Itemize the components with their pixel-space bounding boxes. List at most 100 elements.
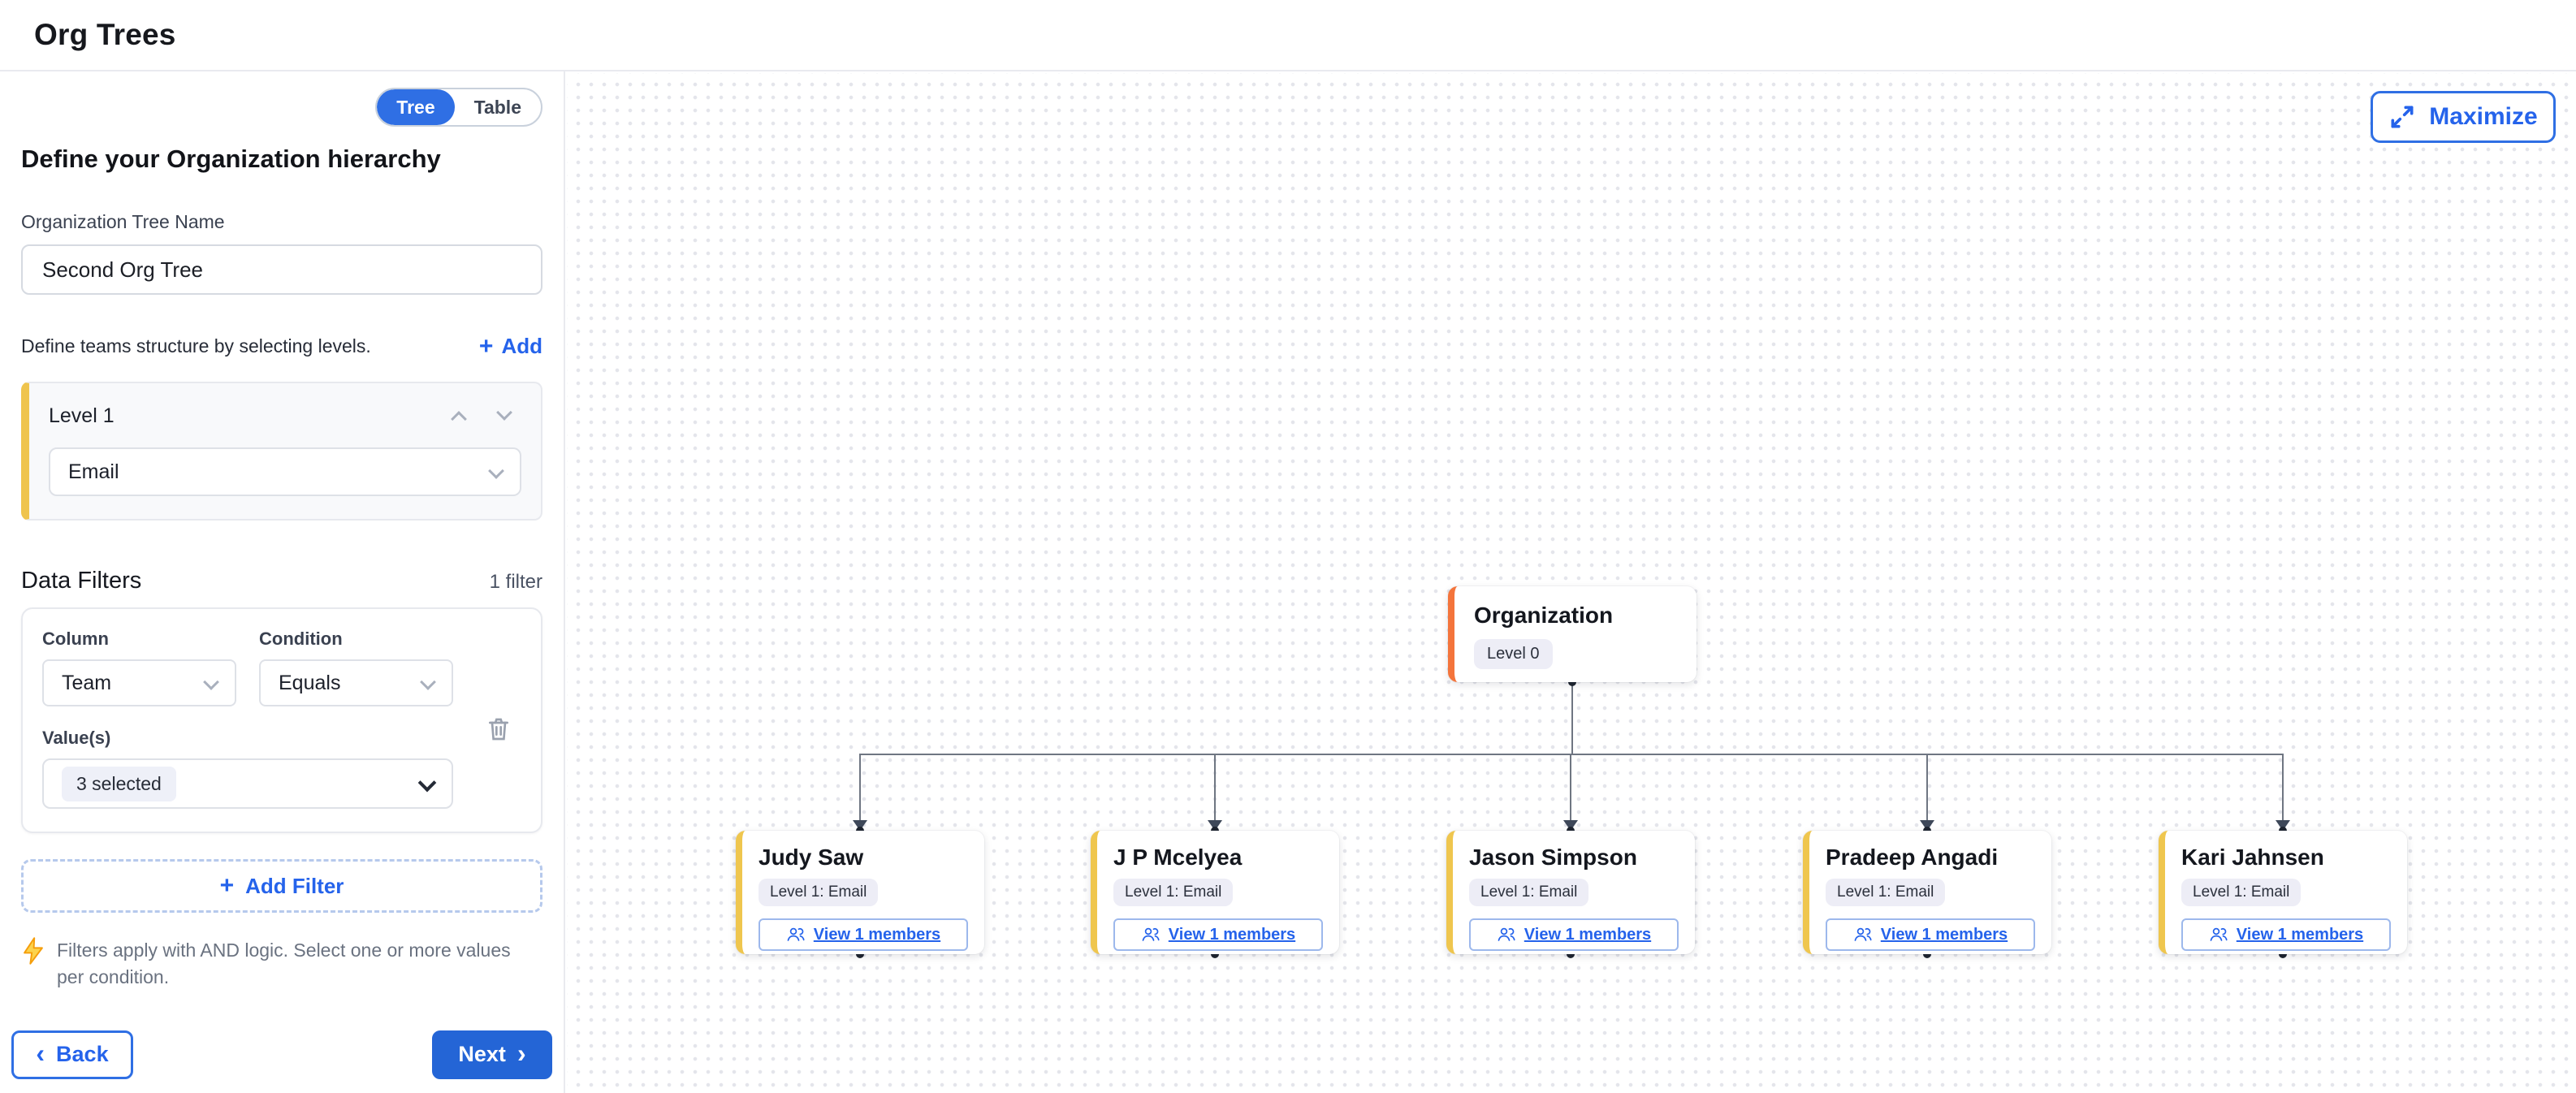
condition-label: Condition <box>259 629 453 650</box>
condition-select[interactable]: Equals <box>259 659 453 706</box>
node-title: J P Mcelyea <box>1113 845 1323 871</box>
org-trees-app: Org Trees Tree Table Define your Organiz… <box>0 0 2576 1093</box>
values-selected-chip: 3 selected <box>62 767 176 801</box>
view-members-label: View 1 members <box>1169 926 1295 944</box>
level-card: Level 1 Email <box>21 382 542 521</box>
levels-hint-row: Define teams structure by selecting leve… <box>21 334 542 359</box>
column-select[interactable]: Team <box>42 659 236 706</box>
condition-value: Equals <box>279 672 340 695</box>
add-level-label: Add <box>501 334 542 359</box>
filters-header: Data Filters 1 filter <box>21 568 542 594</box>
level-column-value: Email <box>68 460 119 484</box>
people-icon <box>1853 927 1873 943</box>
app-header: Org Trees <box>0 0 2576 71</box>
tree-name-input[interactable] <box>21 244 542 295</box>
connector-line <box>2282 754 2284 823</box>
values-multiselect[interactable]: 3 selected <box>42 758 453 809</box>
view-members-label: View 1 members <box>1881 926 2008 944</box>
node-title: Organization <box>1474 603 1677 629</box>
view-members-label: View 1 members <box>2237 926 2363 944</box>
connector-line <box>1214 754 1216 823</box>
filter-grid: Column Team Condition Equals <box>42 629 521 706</box>
level-card-header: Level 1 <box>49 404 521 428</box>
node-title: Jason Simpson <box>1469 845 1679 871</box>
view-toggle: Tree Table <box>375 88 542 127</box>
values-field: Value(s) 3 selected <box>42 728 453 809</box>
maximize-button[interactable]: Maximize <box>2371 91 2556 143</box>
add-filter-label: Add Filter <box>245 874 344 899</box>
panel-footer: ‹ Back Next › <box>11 1030 552 1079</box>
back-button[interactable]: ‹ Back <box>11 1030 133 1079</box>
values-label: Value(s) <box>42 728 453 749</box>
view-members-label: View 1 members <box>1524 926 1651 944</box>
people-icon <box>1497 927 1516 943</box>
toggle-table[interactable]: Table <box>455 89 541 125</box>
level-reorder <box>453 408 521 425</box>
view-toggle-row: Tree Table <box>21 88 542 127</box>
filters-count: 1 filter <box>490 571 542 594</box>
org-node[interactable]: Jason Simpson Level 1: Email View 1 memb… <box>1446 831 1695 954</box>
node-level-badge: Level 1: Email <box>2181 879 2301 906</box>
level-column-select[interactable]: Email <box>49 447 521 496</box>
add-level-button[interactable]: + Add <box>479 334 542 359</box>
trash-cell <box>476 629 521 706</box>
trash-icon[interactable] <box>486 715 512 744</box>
view-members-button[interactable]: View 1 members <box>1826 918 2035 951</box>
tree-name-label: Organization Tree Name <box>21 211 542 233</box>
node-level-badge: Level 0 <box>1474 639 1553 669</box>
back-label: Back <box>56 1042 109 1067</box>
levels-hint: Define teams structure by selecting leve… <box>21 335 371 357</box>
panel-heading: Define your Organization hierarchy <box>21 145 542 174</box>
view-members-button[interactable]: View 1 members <box>1469 918 1679 951</box>
next-label: Next <box>458 1042 506 1067</box>
page-title: Org Trees <box>34 18 176 52</box>
plus-icon: + <box>479 335 494 359</box>
chevron-up-icon[interactable] <box>451 411 467 427</box>
node-level-badge: Level 1: Email <box>1113 879 1233 906</box>
add-filter-button[interactable]: + Add Filter <box>21 859 542 913</box>
chevron-left-icon: ‹ <box>36 1040 45 1066</box>
condition-field: Condition Equals <box>259 629 453 706</box>
view-members-button[interactable]: View 1 members <box>1113 918 1323 951</box>
column-field: Column Team <box>42 629 236 706</box>
node-title: Judy Saw <box>759 845 968 871</box>
org-node[interactable]: Pradeep Angadi Level 1: Email View 1 mem… <box>1803 831 2051 954</box>
config-panel: Tree Table Define your Organization hier… <box>0 71 565 1093</box>
filters-title: Data Filters <box>21 568 141 594</box>
toggle-tree[interactable]: Tree <box>377 89 454 125</box>
expand-icon <box>2388 103 2416 131</box>
view-members-label: View 1 members <box>814 926 940 944</box>
people-icon <box>2209 927 2228 943</box>
column-label: Column <box>42 629 236 650</box>
connector-line <box>1571 682 1573 755</box>
view-members-button[interactable]: View 1 members <box>759 918 968 951</box>
maximize-label: Maximize <box>2429 103 2537 131</box>
org-node-root[interactable]: Organization Level 0 <box>1448 586 1696 682</box>
plus-icon: + <box>220 874 235 898</box>
filters-note-text: Filters apply with AND logic. Select one… <box>57 937 512 991</box>
node-level-badge: Level 1: Email <box>759 879 878 906</box>
node-title: Pradeep Angadi <box>1826 845 2035 871</box>
chevron-down-icon <box>488 463 504 479</box>
filters-note: Filters apply with AND logic. Select one… <box>21 937 542 991</box>
connector-line <box>859 754 861 823</box>
org-chart-canvas: Maximize Organization Level 0 <box>567 73 2576 1093</box>
org-node[interactable]: Judy Saw Level 1: Email View 1 members <box>736 831 984 954</box>
lightning-icon <box>21 937 45 965</box>
node-title: Kari Jahnsen <box>2181 845 2391 871</box>
filter-card: Column Team Condition Equals <box>21 607 542 833</box>
column-value: Team <box>62 672 111 695</box>
chevron-down-icon <box>203 674 219 690</box>
chevron-down-icon <box>420 674 436 690</box>
org-node[interactable]: Kari Jahnsen Level 1: Email View 1 membe… <box>2159 831 2407 954</box>
org-node[interactable]: J P Mcelyea Level 1: Email View 1 member… <box>1091 831 1339 954</box>
next-button[interactable]: Next › <box>432 1030 552 1079</box>
node-level-badge: Level 1: Email <box>1469 879 1588 906</box>
chevron-down-icon[interactable] <box>496 404 512 421</box>
chevron-right-icon: › <box>517 1040 526 1066</box>
node-level-badge: Level 1: Email <box>1826 879 1945 906</box>
view-members-button[interactable]: View 1 members <box>2181 918 2391 951</box>
level-title: Level 1 <box>49 404 115 428</box>
connector-line <box>860 754 2284 755</box>
chevron-down-icon <box>418 774 437 793</box>
